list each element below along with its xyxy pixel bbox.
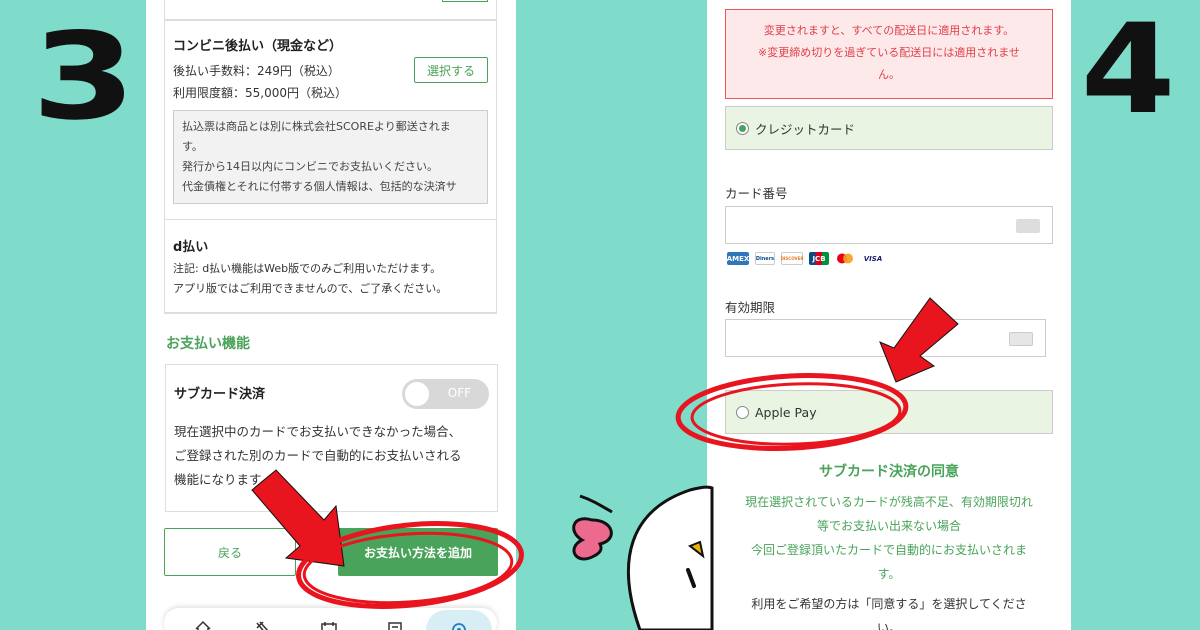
warning-line: ん。 xyxy=(878,68,900,81)
convenience-title: コンビニ後払い（現金など） xyxy=(173,39,343,54)
mastercard-logo xyxy=(835,252,855,265)
apple-pay-option[interactable]: Apple Pay xyxy=(725,390,1053,434)
back-button[interactable]: 戻る xyxy=(164,528,296,576)
consent-description: 現在選択されているカードが残高不足、有効期限切れ 等でお支払い出来ない場合 今回… xyxy=(725,490,1053,586)
credit-card-radio[interactable] xyxy=(736,121,749,135)
desc-line: 機能になります。 xyxy=(174,472,273,487)
toggle-label: OFF xyxy=(447,386,471,400)
left-phone-screen: コンビニ後払い（現金など） 後払い手数料：249円（税込） 利用限度額：55,0… xyxy=(146,0,516,630)
sub-card-description: 現在選択中のカードでお支払いできなかった場合、 ご登録された別のカードで自動的に… xyxy=(174,420,489,492)
note-line: 発行から14日以内にコンビニでお支払いください。 xyxy=(182,160,438,173)
amex-logo: AMEX xyxy=(727,252,749,265)
consent-line: す。 xyxy=(877,567,901,581)
bottom-tab-bar xyxy=(164,608,497,630)
step-number-4: 4 xyxy=(1080,0,1176,142)
credit-card-label: クレジットカード xyxy=(755,121,856,137)
note-line: 代金債権とそれに付帯する個人情報は、包括的な決済サ xyxy=(182,180,457,193)
card-number-input[interactable] xyxy=(725,206,1053,244)
consent-line: い。 xyxy=(876,621,901,630)
diners-logo: Diners xyxy=(755,252,775,265)
settings-icon[interactable] xyxy=(450,620,468,630)
dpay-note-line: 注記: d払い機能はWeb版でのみご利用いただけます。 xyxy=(173,262,442,275)
consent-instruction: 利用をご希望の方は「同意する」を選択してくださ い。 xyxy=(725,592,1053,630)
add-payment-method-button[interactable]: お支払い方法を追加 xyxy=(338,528,498,576)
desc-line: ご登録された別のカードで自動的にお支払いされる xyxy=(174,448,462,463)
home-icon[interactable] xyxy=(194,620,212,630)
card-brand-logos: AMEX Diners DISCOVER JCB VISA xyxy=(727,252,885,265)
calendar-icon[interactable] xyxy=(320,620,338,630)
expiry-label: 有効期限 xyxy=(725,300,776,315)
warning-message: 変更されますと、すべての配送日に適用されます。 ※変更締め切りを過ぎている配送日… xyxy=(725,9,1053,99)
history-icon[interactable] xyxy=(386,620,404,630)
credit-card-option[interactable]: クレジットカード xyxy=(725,106,1053,150)
apple-pay-radio[interactable] xyxy=(736,405,749,419)
visa-logo: VISA xyxy=(861,252,885,265)
convenience-note: 払込票は商品とは別に株式会社SCOREより郵送されま す。 発行から14日以内に… xyxy=(173,110,488,204)
discover-logo: DISCOVER xyxy=(781,252,803,265)
consent-line: 現在選択されているカードが残高不足、有効期限切れ xyxy=(745,495,1033,509)
consent-line: 今回ご登録頂いたカードで自動的にお支払いされま xyxy=(750,543,1027,557)
consent-line: 利用をご希望の方は「同意する」を選択してくださ xyxy=(751,597,1027,611)
convenience-limit: 利用限度額：55,000円（税込） xyxy=(173,86,347,100)
step-number-3: 3 xyxy=(31,8,136,147)
jcb-logo: JCB xyxy=(809,252,829,265)
dpay-note-line: アプリ版ではご利用できませんので、ご了承ください。 xyxy=(173,282,448,295)
card-icon xyxy=(1016,219,1040,233)
note-line: 払込票は商品とは別に株式会社SCOREより郵送されま xyxy=(182,120,451,133)
apple-pay-label: Apple Pay xyxy=(755,404,817,420)
card-back-icon xyxy=(1009,332,1033,346)
desc-line: 現在選択中のカードでお支払いできなかった場合、 xyxy=(174,424,462,439)
food-icon[interactable] xyxy=(254,620,272,630)
sub-card-toggle[interactable]: OFF xyxy=(402,379,489,409)
consent-title: サブカード決済の同意 xyxy=(819,464,959,480)
previous-select-button[interactable] xyxy=(442,0,488,2)
expiry-input[interactable] xyxy=(725,319,1046,357)
convenience-select-button[interactable]: 選択する xyxy=(414,57,488,83)
warning-line: 変更されますと、すべての配送日に適用されます。 xyxy=(763,24,1015,37)
mascot-character xyxy=(572,485,714,630)
convenience-store-option: コンビニ後払い（現金など） 後払い手数料：249円（税込） 利用限度額：55,0… xyxy=(165,20,496,219)
payment-features-heading: お支払い機能 xyxy=(166,336,250,352)
right-phone-screen: 変更されますと、すべての配送日に適用されます。 ※変更締め切りを過ぎている配送日… xyxy=(707,0,1071,630)
consent-line: 等でお支払い出来ない場合 xyxy=(816,519,961,533)
payment-method-list: コンビニ後払い（現金など） 後払い手数料：249円（税込） 利用限度額：55,0… xyxy=(164,20,497,314)
card-number-label: カード番号 xyxy=(725,186,788,201)
previous-payment-block xyxy=(164,0,497,20)
note-line: す。 xyxy=(182,140,203,153)
dpay-option[interactable]: d払い 注記: d払い機能はWeb版でのみご利用いただけます。 アプリ版ではご利… xyxy=(165,219,496,313)
dpay-title: d払い xyxy=(173,240,209,255)
toggle-knob xyxy=(405,382,429,406)
warning-line: ※変更締め切りを過ぎている配送日には適用されませ xyxy=(758,46,1020,59)
sub-card-settings: サブカード決済 OFF 現在選択中のカードでお支払いできなかった場合、 ご登録さ… xyxy=(165,364,498,512)
